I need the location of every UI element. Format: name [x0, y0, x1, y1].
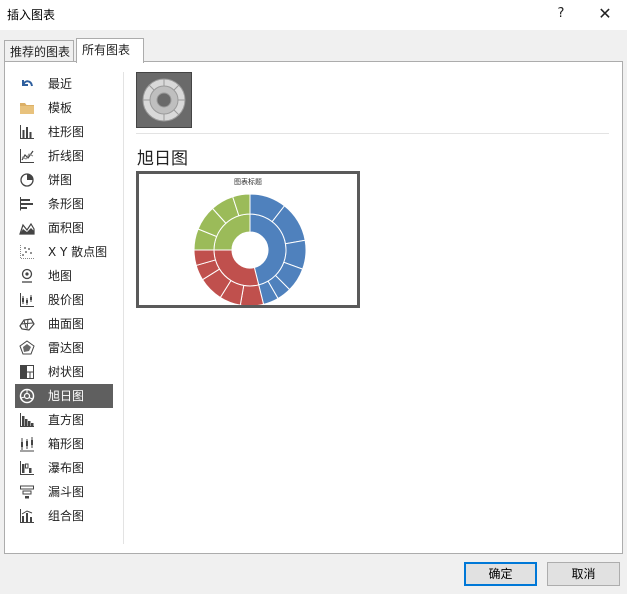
map-pin-icon	[21, 268, 33, 283]
sidebar-item-box-whisker[interactable]: 箱形图	[15, 432, 113, 456]
sidebar-item-label: 瀑布图	[48, 461, 85, 475]
chart-subtype-sunburst[interactable]	[136, 72, 192, 128]
sunburst-preview-chart	[193, 193, 307, 305]
sidebar-item-label: 面积图	[48, 221, 85, 235]
combo-chart-icon	[20, 509, 34, 523]
column-chart-icon	[20, 125, 34, 139]
sidebar-item-label: 旭日图	[48, 389, 85, 403]
chart-preview[interactable]: 图表标题	[136, 171, 360, 308]
sidebar-item-label: 条形图	[48, 197, 85, 211]
sidebar-item-map[interactable]: 地图	[15, 264, 113, 288]
dialog-title: 插入图表	[7, 8, 56, 22]
sunburst-icon	[19, 388, 35, 404]
sidebar-item-label: 树状图	[48, 365, 85, 379]
histogram-icon	[20, 413, 34, 427]
radar-chart-icon	[19, 340, 35, 355]
sidebar-item-area[interactable]: 面积图	[15, 216, 113, 240]
sunburst-thumbnail-icon	[142, 78, 186, 122]
sidebar-item-label: 曲面图	[48, 317, 85, 331]
stock-chart-icon	[20, 293, 34, 307]
treemap-icon	[20, 365, 34, 379]
sidebar-item-stock[interactable]: 股价图	[15, 288, 113, 312]
sidebar-item-templates[interactable]: 模板	[15, 96, 113, 120]
close-button[interactable]: ✕	[592, 2, 618, 26]
sidebar-item-treemap[interactable]: 树状图	[15, 360, 113, 384]
sidebar-item-label: 柱形图	[48, 125, 85, 139]
sidebar-item-label: 模板	[48, 101, 73, 115]
box-whisker-icon	[20, 437, 34, 452]
sidebar-item-label: 漏斗图	[48, 485, 85, 499]
sidebar-item-waterfall[interactable]: 瀑布图	[15, 456, 113, 480]
waterfall-icon	[20, 461, 34, 475]
tab-recommended-charts[interactable]: 推荐的图表	[4, 40, 74, 62]
sidebar-item-recent[interactable]: 最近	[15, 72, 113, 96]
sidebar-item-histogram[interactable]: 直方图	[15, 408, 113, 432]
sidebar-item-label: 直方图	[48, 413, 85, 427]
cancel-button[interactable]: 取消	[547, 562, 620, 586]
line-chart-icon	[20, 149, 34, 163]
chart-type-heading: 旭日图	[137, 149, 188, 169]
scatter-chart-icon	[20, 245, 34, 259]
sidebar-item-label: 组合图	[48, 509, 85, 523]
sidebar-item-label: 最近	[48, 77, 73, 91]
sidebar-item-radar[interactable]: 雷达图	[15, 336, 113, 360]
funnel-icon	[20, 485, 34, 499]
sidebar-item-label: 折线图	[48, 149, 85, 163]
sidebar-item-label: 雷达图	[48, 341, 85, 355]
tab-all-charts[interactable]: 所有图表	[76, 38, 144, 63]
panel-divider	[123, 72, 124, 544]
header-divider	[136, 133, 609, 134]
help-button[interactable]: ?	[548, 2, 574, 26]
chart-type-list: 最近 模板 柱形图 折线图 饼图 条形图 面积图 X Y 散点图 地图 股价图 …	[15, 72, 113, 528]
sidebar-item-label: X Y 散点图	[48, 245, 108, 259]
sidebar-item-pie[interactable]: 饼图	[15, 168, 113, 192]
pie-chart-icon	[20, 173, 34, 187]
sidebar-item-bar[interactable]: 条形图	[15, 192, 113, 216]
sidebar-item-surface[interactable]: 曲面图	[15, 312, 113, 336]
folder-icon	[20, 103, 34, 114]
sidebar-item-funnel[interactable]: 漏斗图	[15, 480, 113, 504]
sidebar-item-label: 地图	[48, 269, 73, 283]
undo-arrow-icon	[22, 80, 33, 87]
sidebar-item-label: 股价图	[48, 293, 85, 307]
sidebar-item-label: 箱形图	[48, 437, 85, 451]
surface-chart-icon	[19, 318, 35, 331]
sidebar-item-line[interactable]: 折线图	[15, 144, 113, 168]
area-chart-icon	[19, 222, 35, 235]
sidebar-item-sunburst[interactable]: 旭日图	[15, 384, 113, 408]
ok-button[interactable]: 确定	[464, 562, 537, 586]
sidebar-item-column[interactable]: 柱形图	[15, 120, 113, 144]
title-bar: 插入图表 ? ✕	[0, 0, 627, 30]
bar-chart-icon	[20, 197, 33, 211]
sidebar-item-combo[interactable]: 组合图	[15, 504, 113, 528]
sidebar-item-label: 饼图	[48, 173, 73, 187]
sidebar-item-scatter[interactable]: X Y 散点图	[15, 240, 113, 264]
all-charts-panel: 最近 模板 柱形图 折线图 饼图 条形图 面积图 X Y 散点图 地图 股价图 …	[4, 61, 623, 554]
